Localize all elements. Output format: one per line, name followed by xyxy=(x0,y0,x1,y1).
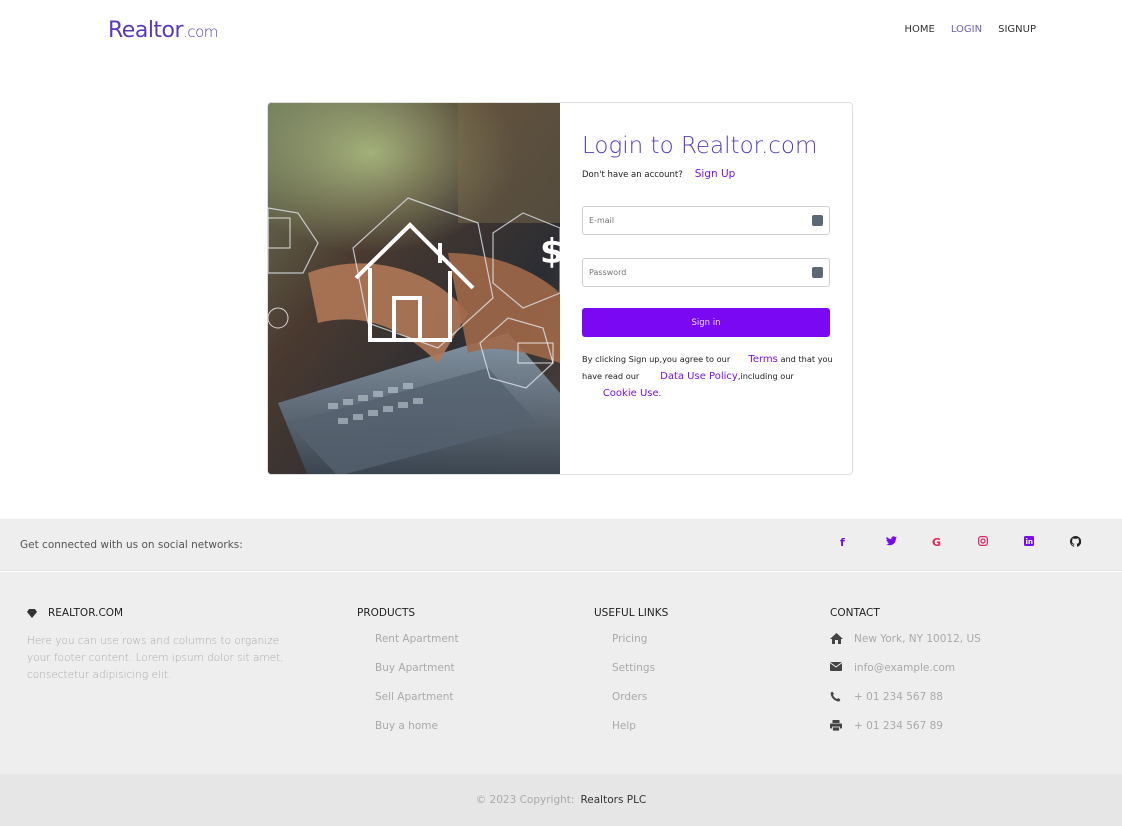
social-icons: f G xyxy=(840,535,1116,550)
print-icon xyxy=(830,720,844,732)
brand-suffix: .com xyxy=(183,23,218,41)
github-icon[interactable] xyxy=(1069,535,1116,550)
hero-image: $ xyxy=(268,103,560,474)
link-settings[interactable]: Settings xyxy=(594,662,668,691)
hero-illustration: $ xyxy=(268,103,560,474)
contact-email-text: info@example.com xyxy=(854,662,956,674)
nav-signup[interactable]: SIGNUP xyxy=(998,24,1036,35)
nav-links: HOME LOGIN SIGNUP xyxy=(905,24,1037,35)
signup-prompt: Don't have an account? Sign Up xyxy=(582,168,735,180)
copyright-owner-link[interactable]: Realtors PLC xyxy=(580,794,646,806)
link-buy-a-home[interactable]: Buy a home xyxy=(357,720,459,749)
twitter-icon[interactable] xyxy=(886,536,932,550)
contact-address-text: New York, NY 10012, US xyxy=(854,633,981,645)
sign-in-button[interactable]: Sign in xyxy=(582,308,830,337)
gem-icon xyxy=(27,608,37,618)
copyright-bar: © 2023 Copyright: Realtors PLC xyxy=(0,774,1122,826)
nav-login[interactable]: LOGIN xyxy=(951,24,982,35)
link-help[interactable]: Help xyxy=(594,720,668,749)
footer: REALTOR.COM Here you can use rows and co… xyxy=(0,572,1122,774)
contact-email: info@example.com xyxy=(829,662,981,691)
signup-link[interactable]: Sign Up xyxy=(695,168,736,180)
footer-about-text: Here you can use rows and columns to org… xyxy=(27,635,284,681)
password-manager-icon[interactable] xyxy=(812,267,823,278)
terms-text: By clicking Sign up,you agree to our Ter… xyxy=(582,351,834,402)
social-bar: Get connected with us on social networks… xyxy=(0,519,1122,571)
login-card: $ Login to Realtor.com Don't have an acc… xyxy=(267,102,853,475)
instagram-icon[interactable] xyxy=(978,536,1024,550)
contact-phone: + 01 234 567 88 xyxy=(830,691,981,720)
contact-list: New York, NY 10012, US info@example.com … xyxy=(829,633,981,749)
terms-mid2: ,including our xyxy=(737,371,794,381)
footer-products: PRODUCTS Rent Apartment Buy Apartment Se… xyxy=(357,607,459,749)
phone-icon xyxy=(830,691,844,703)
contact-fax-text: + 01 234 567 89 xyxy=(854,720,943,732)
facebook-icon[interactable]: f xyxy=(840,536,886,550)
terms-link[interactable]: Terms xyxy=(748,354,777,365)
terms-end: . xyxy=(658,388,662,398)
cookie-use-link[interactable]: Cookie Use xyxy=(603,388,659,399)
home-icon xyxy=(830,633,844,645)
useful-links-list: Pricing Settings Orders Help xyxy=(594,633,668,749)
login-title: Login to Realtor.com xyxy=(582,133,818,159)
terms-prefix: By clicking Sign up,you agree to our xyxy=(582,354,731,364)
contact-fax: + 01 234 567 89 xyxy=(830,720,981,749)
footer-about: REALTOR.COM Here you can use rows and co… xyxy=(27,607,287,684)
link-buy-apartment[interactable]: Buy Apartment xyxy=(357,662,459,691)
footer-contact: CONTACT New York, NY 10012, US info@exam… xyxy=(829,607,981,749)
svg-text:$: $ xyxy=(540,232,560,272)
link-rent-apartment[interactable]: Rent Apartment xyxy=(357,633,459,662)
link-sell-apartment[interactable]: Sell Apartment xyxy=(357,691,459,720)
envelope-icon xyxy=(829,662,844,674)
autofill-icon[interactable] xyxy=(812,215,823,226)
footer-brand-heading: REALTOR.COM xyxy=(48,607,124,619)
brand-name: Realtor xyxy=(108,18,184,43)
navbar: Realtor.com HOME LOGIN SIGNUP xyxy=(0,0,1122,64)
email-field[interactable] xyxy=(582,206,830,235)
data-use-policy-link[interactable]: Data Use Policy xyxy=(660,371,738,382)
copyright-text: © 2023 Copyright: xyxy=(475,794,575,806)
footer-useful-heading: USEFUL LINKS xyxy=(594,607,669,619)
footer-about-heading: REALTOR.COM xyxy=(27,607,287,619)
footer-products-heading: PRODUCTS xyxy=(357,607,416,619)
google-icon[interactable]: G xyxy=(932,536,978,550)
link-pricing[interactable]: Pricing xyxy=(594,633,668,662)
products-list: Rent Apartment Buy Apartment Sell Apartm… xyxy=(357,633,459,749)
contact-phone-text: + 01 234 567 88 xyxy=(854,691,943,703)
brand-logo[interactable]: Realtor.com xyxy=(108,18,218,43)
password-field[interactable] xyxy=(582,258,830,287)
footer-contact-heading: CONTACT xyxy=(830,607,880,619)
contact-address: New York, NY 10012, US xyxy=(830,633,981,662)
nav-home[interactable]: HOME xyxy=(905,24,935,35)
footer-useful-links: USEFUL LINKS Pricing Settings Orders Hel… xyxy=(594,607,668,749)
linkedin-icon[interactable] xyxy=(1024,536,1070,550)
social-text: Get connected with us on social networks… xyxy=(20,539,243,551)
no-account-text: Don't have an account? xyxy=(582,170,683,180)
link-orders[interactable]: Orders xyxy=(594,691,668,720)
password-input[interactable] xyxy=(583,259,829,286)
email-input[interactable] xyxy=(583,207,829,234)
login-form: Login to Realtor.com Don't have an accou… xyxy=(560,103,852,474)
